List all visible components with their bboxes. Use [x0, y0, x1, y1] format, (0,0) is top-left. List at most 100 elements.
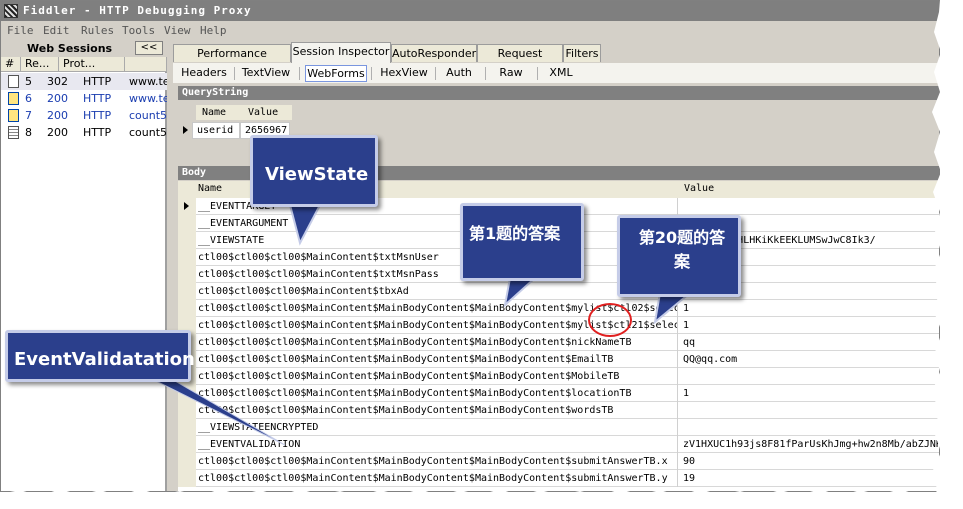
highlight-circle	[588, 303, 632, 337]
body-value-cell[interactable]: 1	[679, 300, 939, 317]
title-bar: Fiddler - HTTP Debugging Proxy	[1, 1, 939, 21]
body-name-cell[interactable]: ctl00$ctl00$ctl00$MainContent$MainBodyCo…	[196, 351, 678, 368]
querystring-name-cell[interactable]: userid	[192, 122, 240, 139]
body-row[interactable]: ctl00$ctl00$ctl00$MainContent$MainBodyCo…	[178, 300, 939, 317]
row-gutter	[178, 402, 196, 419]
body-row[interactable]: __VIEWSTATEENCRYPTED	[178, 419, 939, 436]
body-name-cell[interactable]: ctl00$ctl00$ctl00$MainContent$MainBodyCo…	[196, 470, 678, 487]
body-value-cell[interactable]	[679, 198, 939, 215]
menu-view[interactable]: View	[164, 24, 191, 37]
body-value-cell[interactable]: QQ@qq.com	[679, 351, 939, 368]
body-row[interactable]: ctl00$ctl00$ctl00$MainContent$MainBodyCo…	[178, 453, 939, 470]
script-file-icon	[8, 109, 19, 122]
row-gutter	[178, 419, 196, 436]
body-value-cell[interactable]	[679, 368, 939, 385]
subtab-xml[interactable]: XML	[541, 65, 581, 82]
querystring-value-header: Value	[242, 105, 292, 120]
q20-answer-callout-text-line1: 第20题的答	[638, 228, 726, 247]
collapse-sessions-button[interactable]: <<	[135, 41, 163, 55]
tab-filters[interactable]: Filters	[563, 44, 601, 62]
body-name-cell[interactable]: ctl00$ctl00$ctl00$MainContent$MainBodyCo…	[196, 453, 678, 470]
session-number: 7	[25, 109, 32, 122]
body-row[interactable]: ctl00$ctl00$ctl00$MainContent$MainBodyCo…	[178, 334, 939, 351]
body-value-cell[interactable]: zV1HXUC1h93js8F81fParUsKhJmg+hw2n8Mb/abZ…	[679, 436, 939, 453]
row-gutter	[178, 283, 196, 300]
subtab-textview[interactable]: TextView	[237, 65, 295, 82]
session-row-6[interactable]: 6 200 HTTP www.te	[1, 90, 167, 107]
body-value-cell[interactable]	[679, 419, 939, 436]
body-row[interactable]: ctl00$ctl00$ctl00$MainContent$MainBodyCo…	[178, 470, 939, 487]
body-name-cell[interactable]: ctl00$ctl00$ctl00$MainContent$txtMsnUser	[196, 249, 678, 266]
tab-performance-statistics[interactable]: Performance Statistics	[173, 44, 291, 77]
body-row[interactable]: __EVENTVALIDATION zV1HXUC1h93js8F81fParUs…	[178, 436, 939, 453]
body-value-cell[interactable]: 1	[679, 385, 939, 402]
body-name-cell[interactable]: ctl00$ctl00$ctl00$MainContent$txtMsnPass	[196, 266, 678, 283]
body-value-cell[interactable]: qq	[679, 334, 939, 351]
subtab-separator	[234, 67, 235, 80]
menu-rules[interactable]: Rules	[81, 24, 114, 37]
menu-bar: File Edit Rules Tools View Help	[1, 22, 939, 40]
menu-edit[interactable]: Edit	[43, 24, 70, 37]
session-protocol: HTTP	[83, 92, 112, 105]
body-name-header: Name	[198, 183, 223, 194]
web-sessions-header: Web Sessions <<	[1, 40, 167, 57]
subtab-raw[interactable]: Raw	[491, 65, 531, 82]
body-row[interactable]: ctl00$ctl00$ctl00$MainContent$MainBodyCo…	[178, 351, 939, 368]
subtab-separator	[537, 67, 538, 80]
tab-autoresponder[interactable]: AutoResponder	[391, 44, 477, 62]
fiddler-app-icon	[4, 4, 18, 18]
menu-help[interactable]: Help	[200, 24, 227, 37]
body-name-cell[interactable]: __VIEWSTATEENCRYPTED	[196, 419, 678, 436]
session-result: 302	[47, 75, 68, 88]
menu-file[interactable]: File	[7, 24, 34, 37]
body-row[interactable]: ctl00$ctl00$ctl00$MainContent$MainBodyCo…	[178, 368, 939, 385]
tab-request-builder[interactable]: Request Builder	[477, 44, 563, 77]
body-row[interactable]: ctl00$ctl00$ctl00$MainContent$MainBodyCo…	[178, 317, 939, 334]
tab-session-inspector[interactable]: Session Inspector	[291, 42, 391, 63]
subtab-headers[interactable]: Headers	[177, 65, 231, 82]
session-row-7[interactable]: 7 200 HTTP count5.	[1, 107, 167, 124]
subtab-webforms[interactable]: WebForms	[305, 65, 367, 82]
q20-answer-callout-text-line2: 案	[673, 252, 690, 271]
subtab-hexview[interactable]: HexView	[377, 65, 431, 82]
subtab-separator	[299, 67, 300, 80]
body-name-cell[interactable]: ctl00$ctl00$ctl00$MainContent$MainBodyCo…	[196, 402, 678, 419]
body-value-cell[interactable]	[679, 402, 939, 419]
session-row-5[interactable]: 5 302 HTTP www.te	[1, 73, 167, 90]
body-name-cell[interactable]: ctl00$ctl00$ctl00$MainContent$tbxAd	[196, 283, 678, 300]
body-name-cell[interactable]: ctl00$ctl00$ctl00$MainContent$MainBodyCo…	[196, 385, 678, 402]
body-value-cell[interactable]: 90	[679, 453, 939, 470]
session-protocol: HTTP	[83, 75, 112, 88]
row-gutter	[178, 470, 196, 487]
querystring-section-header: QueryString	[178, 86, 939, 100]
body-row[interactable]: ctl00$ctl00$ctl00$MainContent$MainBodyCo…	[178, 385, 939, 402]
web-sessions-pane: Web Sessions << # Re... Prot... 5 302 HT…	[1, 40, 167, 491]
subtab-auth[interactable]: Auth	[439, 65, 479, 82]
body-row[interactable]: ctl00$ctl00$ctl00$MainContent$MainBodyCo…	[178, 402, 939, 419]
body-value-cell[interactable]: 1	[679, 317, 939, 334]
column-header-result[interactable]: Re...	[21, 57, 59, 72]
session-number: 5	[25, 75, 32, 88]
row-gutter	[178, 249, 196, 266]
session-protocol: HTTP	[83, 109, 112, 122]
column-header-number[interactable]: #	[1, 57, 21, 72]
body-row[interactable]: ctl00$ctl00$ctl00$MainContent$tbxAdч|J	[178, 283, 939, 300]
body-name-cell[interactable]: __EVENTVALIDATION	[196, 436, 678, 453]
menu-tools[interactable]: Tools	[122, 24, 155, 37]
row-gutter	[178, 385, 196, 402]
redirect-page-icon	[8, 75, 19, 88]
row-gutter	[178, 266, 196, 283]
subtab-separator	[371, 67, 372, 80]
q1-answer-callout-text: 第1题的答案	[469, 224, 561, 243]
session-row-8[interactable]: 8 200 HTTP count5.	[1, 124, 167, 141]
body-name-cell[interactable]: __VIEWSTATE	[196, 232, 678, 249]
eventvalidation-callout: EventValidatation	[5, 330, 195, 382]
body-value-cell[interactable]: 19	[679, 470, 939, 487]
q20-answer-callout: 第20题的答 案	[617, 215, 741, 297]
current-row-arrow-icon	[183, 126, 188, 134]
column-header-host[interactable]	[125, 57, 167, 72]
body-name-cell[interactable]: ctl00$ctl00$ctl00$MainContent$MainBodyCo…	[196, 368, 678, 385]
subtab-separator	[435, 67, 436, 80]
column-header-protocol[interactable]: Prot...	[59, 57, 125, 72]
body-name-cell[interactable]: __EVENTARGUMENT	[196, 215, 678, 232]
